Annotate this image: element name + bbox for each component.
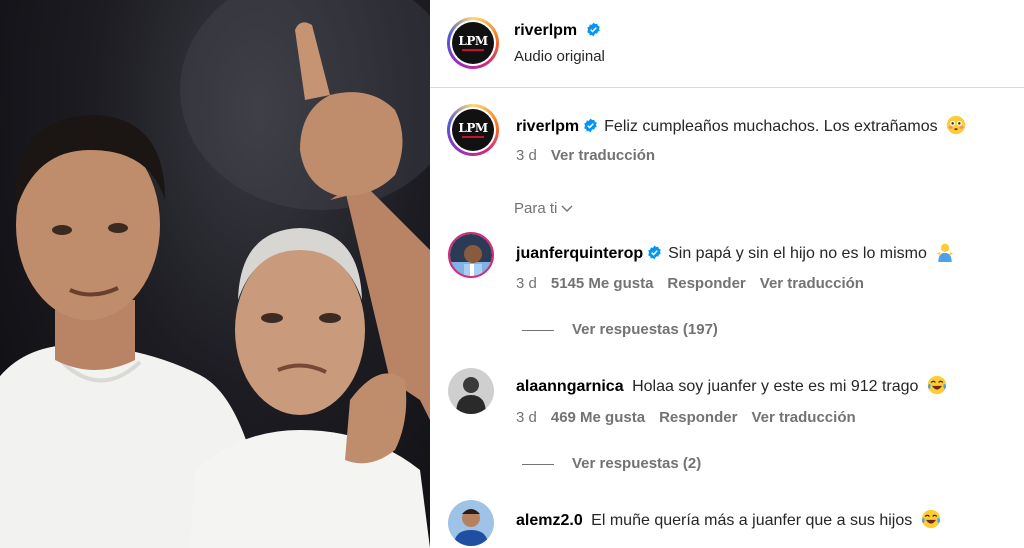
comment-avatar[interactable] bbox=[448, 368, 494, 414]
comment-meta: 3 d 469 Me gusta Responder Ver traducción bbox=[516, 409, 870, 426]
audio-label[interactable]: Audio original bbox=[514, 48, 605, 65]
translate-link[interactable]: Ver traducción bbox=[751, 409, 855, 426]
reel-video[interactable] bbox=[0, 0, 430, 548]
view-replies-label: Ver respuestas (2) bbox=[572, 455, 702, 472]
person-shrugging-icon bbox=[937, 243, 954, 262]
view-replies-button[interactable]: Ver respuestas (2) bbox=[522, 455, 701, 472]
comment-text: alemz2.0 El muñe quería más a juanfer qu… bbox=[516, 509, 941, 530]
chevron-down-icon bbox=[561, 205, 573, 212]
filter-label: Para ti bbox=[514, 200, 558, 217]
lpm-logo-icon: LPM bbox=[452, 22, 494, 64]
comment-filter-dropdown[interactable]: Para ti bbox=[514, 200, 573, 217]
user-photo-icon bbox=[448, 368, 494, 414]
author-username[interactable]: riverlpm bbox=[514, 22, 577, 39]
flushed-face-icon bbox=[946, 115, 966, 135]
comment-body: Holaa soy juanfer y este es mi 912 trago bbox=[632, 378, 919, 395]
verified-badge-icon bbox=[584, 118, 597, 133]
caption-avatar[interactable]: LPM bbox=[447, 104, 499, 156]
user-photo-icon bbox=[450, 234, 492, 276]
comment-time: 3 d bbox=[516, 409, 537, 426]
reply-button[interactable]: Responder bbox=[659, 409, 737, 426]
comment-username[interactable]: juanferquinterop bbox=[516, 245, 643, 262]
comment-time: 3 d bbox=[516, 275, 537, 292]
comment-text: alaanngarnica Holaa soy juanfer y este e… bbox=[516, 375, 947, 396]
comments-panel: LPM riverlpm Audio original LPM riverlpm bbox=[430, 0, 1024, 548]
lpm-logo-icon: LPM bbox=[452, 109, 494, 151]
comment-avatar[interactable] bbox=[448, 232, 494, 278]
view-replies-button[interactable]: Ver respuestas (197) bbox=[522, 321, 718, 338]
comment-likes[interactable]: 469 Me gusta bbox=[551, 409, 645, 426]
reply-button[interactable]: Responder bbox=[667, 275, 745, 292]
comment-username[interactable]: alaanngarnica bbox=[516, 378, 624, 395]
caption-time: 3 d bbox=[516, 147, 537, 164]
comment-username[interactable]: alemz2.0 bbox=[516, 512, 583, 529]
translate-link[interactable]: Ver traducción bbox=[760, 275, 864, 292]
tears-of-joy-icon bbox=[927, 375, 947, 395]
caption-meta: 3 d Ver traducción bbox=[516, 147, 669, 164]
tears-of-joy-icon bbox=[921, 509, 940, 529]
comment-avatar[interactable] bbox=[448, 500, 494, 546]
caption-body: Feliz cumpleaños muchachos. Los extrañam… bbox=[604, 118, 938, 135]
author-avatar[interactable]: LPM bbox=[447, 17, 499, 69]
comment-likes[interactable]: 5145 Me gusta bbox=[551, 275, 654, 292]
verified-badge-icon bbox=[586, 22, 600, 37]
comment-body: Sin papá y sin el hijo no es lo mismo bbox=[668, 245, 927, 262]
caption-text: riverlpm Feliz cumpleaños muchachos. Los… bbox=[516, 115, 966, 136]
comment-text: juanferquinterop Sin papá y sin el hijo … bbox=[516, 242, 955, 263]
view-replies-label: Ver respuestas (197) bbox=[572, 321, 718, 338]
comment-body: El muñe quería más a juanfer que a sus h… bbox=[591, 512, 913, 529]
verified-badge-icon bbox=[648, 245, 661, 260]
user-photo-icon bbox=[448, 500, 494, 546]
post-header: LPM riverlpm Audio original bbox=[430, 0, 1024, 88]
caption-username[interactable]: riverlpm bbox=[516, 118, 579, 135]
comment-meta: 3 d 5145 Me gusta Responder Ver traducción bbox=[516, 275, 878, 292]
video-frame-illustration bbox=[0, 0, 430, 548]
caption-translate-link[interactable]: Ver traducción bbox=[551, 147, 655, 164]
